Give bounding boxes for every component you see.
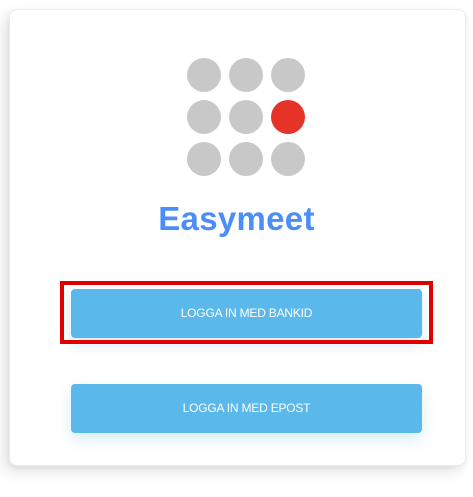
logo-dot-4 (187, 100, 221, 134)
login-epost-button[interactable]: LOGGA IN MED EPOST (71, 384, 422, 433)
logo-dot-1 (187, 58, 221, 92)
logo-dot-2 (229, 58, 263, 92)
dot-grid-logo-icon (177, 48, 305, 176)
logo-dot-5 (229, 100, 263, 134)
logo-dot-7 (187, 142, 221, 176)
login-screen: Easymeet LOGGA IN MED BANKID LOGGA IN ME… (0, 0, 473, 497)
login-bankid-button[interactable]: LOGGA IN MED BANKID (71, 289, 422, 338)
brand-title: Easymeet (158, 200, 315, 237)
logo-dot-9 (271, 142, 305, 176)
logo-dot-active (271, 100, 305, 134)
logo-dot-3 (271, 58, 305, 92)
logo-dot-8 (229, 142, 263, 176)
